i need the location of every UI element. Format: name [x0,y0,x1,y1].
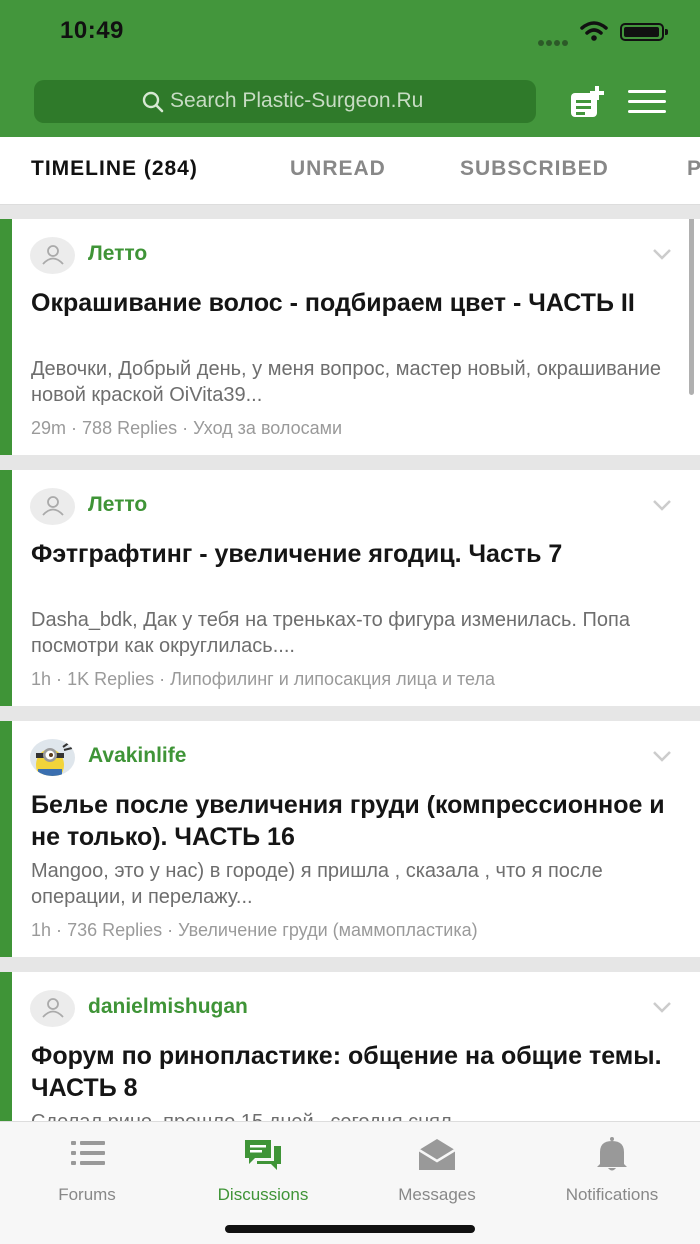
meta-separator: · [56,920,63,940]
tab-subscribed[interactable]: SUBSCRIBED [460,157,609,181]
nav-label: Discussions [217,1185,309,1204]
nav-label: Notifications [565,1185,659,1204]
tab-partial[interactable]: P [687,157,700,181]
topic-replies: 736 Replies [67,920,163,940]
chevron-down-icon[interactable] [652,498,672,512]
nav-label: Messages [398,1185,476,1204]
topic-time: 1h [31,669,52,689]
nav-messages[interactable]: Messages [357,1132,517,1212]
topic-time: 29m [31,418,67,438]
topic-snippet: Сделал рино, прошло 15 дней , сегодня сн… [31,1109,671,1121]
scrollbar[interactable] [689,219,694,395]
bell-icon [597,1137,627,1171]
topic-card[interactable]: danielmishugan Форум по ринопластике: об… [0,972,700,1121]
unread-indicator [0,721,12,957]
author-name[interactable]: danielmishugan [88,995,248,1019]
tab-timeline[interactable]: TIMELINE (284) [31,157,198,181]
topic-meta: 1h · 736 Replies · Увеличение груди (мам… [31,920,478,941]
search-icon [142,91,164,113]
topic-meta: 1h · 1K Replies · Липофилинг и липосакци… [31,669,495,690]
chevron-down-icon[interactable] [652,1000,672,1014]
topic-snippet: Dasha_bdk, Дак у тебя на треньках-то фиг… [31,609,630,657]
nav-discussions[interactable]: Discussions [183,1132,343,1212]
wifi-icon [580,21,608,41]
topic-snippet: Mangoo, это у нас) в городе) я пришла , … [31,860,603,908]
home-indicator [225,1225,475,1233]
chevron-down-icon[interactable] [652,247,672,261]
unread-indicator [0,470,12,706]
chat-bubbles-icon [245,1140,281,1170]
meta-separator: · [167,920,174,940]
topic-title[interactable]: Белье после увеличения груди (компрессио… [31,789,681,853]
hamburger-menu-icon[interactable] [628,90,668,114]
author-name[interactable]: Летто [88,242,147,266]
compose-icon[interactable] [570,86,604,118]
unread-indicator [0,219,12,455]
header: 10:49 Search Plastic-Surgeon.Ru [0,0,700,137]
topic-replies: 788 Replies [82,418,178,438]
topic-title[interactable]: Окрашивание волос - подбираем цвет - ЧАС… [31,287,681,319]
chevron-down-icon[interactable] [652,749,672,763]
tab-bar: TIMELINE (284) UNREAD SUBSCRIBED P [0,137,700,205]
nav-label: Forums [58,1185,116,1204]
default-user-icon[interactable] [30,488,75,525]
topic-category[interactable]: Увеличение груди (маммопластика) [178,920,477,940]
search-placeholder: Search Plastic-Surgeon.Ru [170,89,424,112]
default-user-icon[interactable] [30,237,75,274]
search-input[interactable]: Search Plastic-Surgeon.Ru [34,80,536,123]
author-name[interactable]: Avakinlife [88,744,186,768]
nav-forums[interactable]: Forums [7,1132,167,1212]
status-time: 10:49 [60,17,124,44]
battery-icon [620,23,668,41]
author-name[interactable]: Летто [88,493,147,517]
default-user-icon[interactable] [30,990,75,1027]
status-bar: 10:49 [0,0,700,64]
list-icon [71,1141,105,1165]
meta-separator: · [71,418,78,438]
tab-unread[interactable]: UNREAD [290,157,386,181]
topic-list[interactable]: Летто Окрашивание волос - подбираем цвет… [0,219,700,1121]
topic-card[interactable]: Avakinlife Белье после увеличения груди … [0,721,700,957]
topic-card[interactable]: Летто Фэтграфтинг - увеличение ягодиц. Ч… [0,470,700,706]
meta-separator: · [182,418,189,438]
topic-time: 1h [31,920,52,940]
meta-separator: · [56,669,63,689]
topic-title[interactable]: Форум по ринопластике: общение на общие … [31,1040,681,1104]
topic-title[interactable]: Фэтграфтинг - увеличение ягодиц. Часть 7 [31,538,681,570]
topic-replies: 1K Replies [67,669,155,689]
topic-snippet: Девочки, Добрый день, у меня вопрос, мас… [31,358,661,406]
topic-category[interactable]: Уход за волосами [193,418,342,438]
topic-meta: 29m · 788 Replies · Уход за волосами [31,418,342,439]
meta-separator: · [159,669,166,689]
unread-indicator [0,972,12,1121]
minion-avatar[interactable] [30,739,75,776]
nav-notifications[interactable]: Notifications [532,1132,692,1212]
cellular-signal-icon [538,33,572,46]
app: 10:49 Search Plastic-Surgeon.Ru TIMELINE… [0,0,700,1244]
topic-card[interactable]: Летто Окрашивание волос - подбираем цвет… [0,219,700,455]
envelope-icon [418,1139,456,1170]
topic-category[interactable]: Липофилинг и липосакция лица и тела [170,669,495,689]
